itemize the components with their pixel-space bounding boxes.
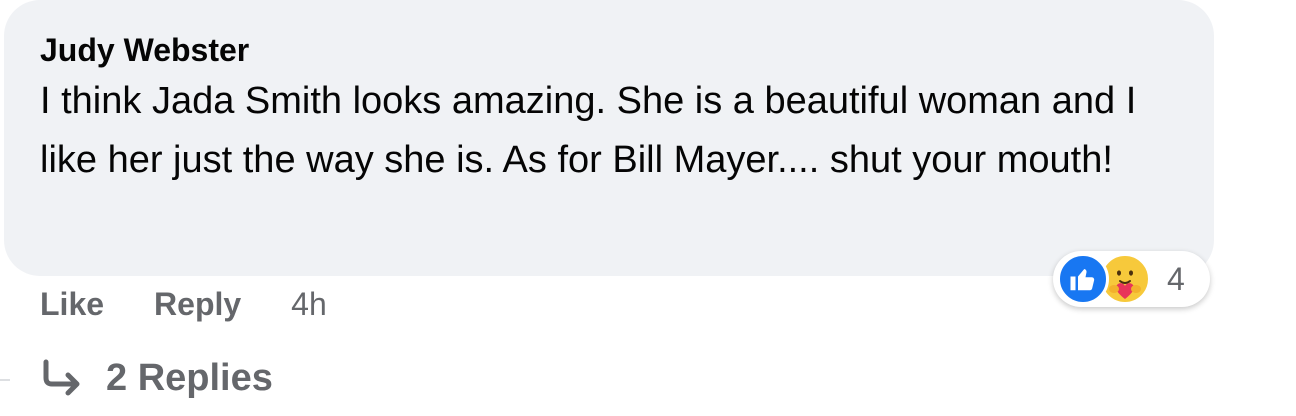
thread-connector bbox=[0, 379, 10, 381]
comment-timestamp[interactable]: 4h bbox=[291, 286, 327, 323]
thumbs-up-icon bbox=[1070, 269, 1095, 291]
view-replies-link[interactable]: 2 Replies bbox=[40, 352, 273, 404]
reply-button[interactable]: Reply bbox=[154, 286, 241, 323]
replies-label: 2 Replies bbox=[106, 356, 273, 399]
comment: Judy Webster I think Jada Smith looks am… bbox=[0, 0, 1296, 416]
comment-bubble: Judy Webster I think Jada Smith looks am… bbox=[4, 0, 1214, 276]
reactions-summary[interactable]: 4 bbox=[1053, 251, 1210, 307]
like-button[interactable]: Like bbox=[40, 286, 104, 323]
reaction-count: 4 bbox=[1167, 260, 1185, 297]
comment-actions: Like Reply 4h bbox=[40, 282, 327, 326]
like-reaction-icon bbox=[1057, 253, 1109, 305]
comment-text: I think Jada Smith looks amazing. She is… bbox=[40, 80, 1137, 181]
reply-arrow-icon bbox=[43, 359, 80, 396]
comment-author[interactable]: Judy Webster bbox=[40, 28, 1178, 72]
